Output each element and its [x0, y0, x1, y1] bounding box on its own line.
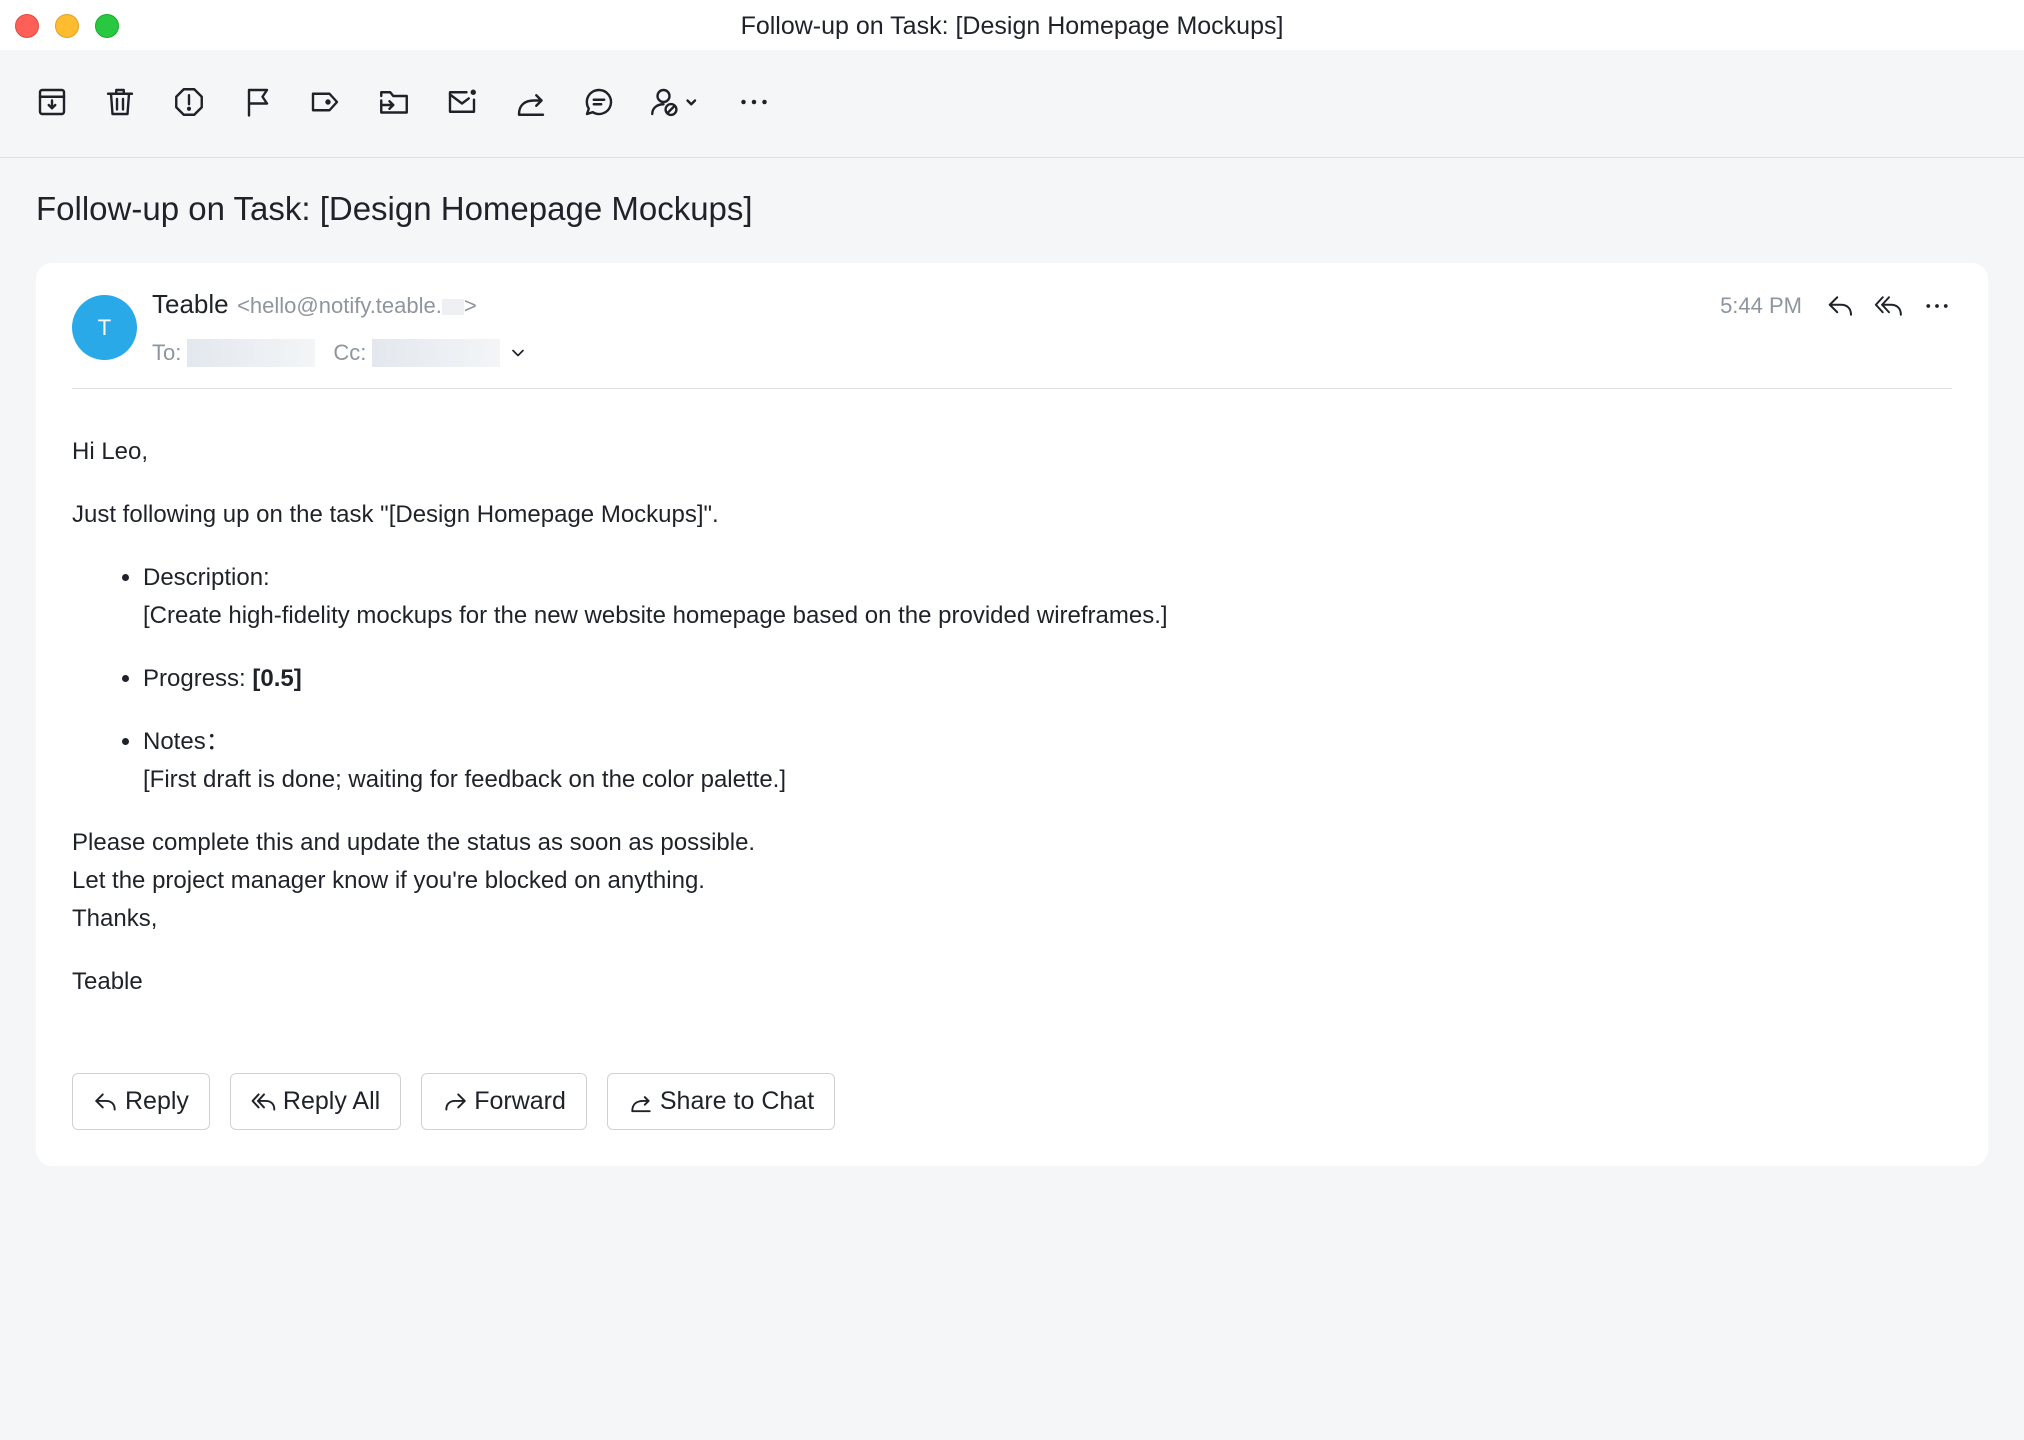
notes-label: Notes： — [143, 728, 230, 755]
forward-button[interactable]: Forward — [421, 1073, 587, 1130]
sender-email-suffix: > — [463, 293, 477, 318]
closing-line-1: Please complete this and update the stat… — [72, 829, 756, 856]
sender-line: Teable <hello@notify.teable. > — [152, 289, 477, 320]
reply-all-button[interactable]: Reply All — [229, 1073, 402, 1130]
email-card: T Teable <hello@notify.teable. > To: Cc: … — [36, 263, 1988, 1166]
reply-button-label: Reply — [125, 1087, 189, 1115]
mail-window: Follow-up on Task: [Design Homepage Mock… — [0, 0, 2024, 1440]
forward-icon[interactable] — [509, 80, 553, 124]
sender-email-prefix: <hello@notify.teable. — [237, 293, 442, 318]
list-item: Notes： [First draft is done; waiting for… — [143, 723, 1872, 799]
redacted-to-recipient — [187, 339, 316, 367]
list-item: Progress: [0.5] — [143, 660, 1872, 698]
window-title: Follow-up on Task: [Design Homepage Mock… — [740, 12, 1284, 40]
redacted-domain — [441, 299, 464, 316]
progress-value: [0.5] — [252, 665, 302, 692]
trash-icon[interactable] — [98, 80, 142, 124]
archive-icon[interactable] — [30, 80, 74, 124]
reply-all-icon — [251, 1092, 276, 1111]
reply-icon — [95, 1092, 116, 1111]
sender-email[interactable]: <hello@notify.teable. > — [237, 293, 477, 318]
forward-icon — [445, 1092, 466, 1111]
sender-name[interactable]: Teable — [152, 289, 229, 319]
share-to-chat-button-label: Share to Chat — [659, 1087, 815, 1115]
intro-paragraph: Just following up on the task "[Design H… — [72, 501, 719, 528]
reply-icon[interactable] — [1824, 289, 1858, 323]
reply-all-icon[interactable] — [1872, 289, 1906, 323]
chevron-down-icon[interactable] — [508, 343, 528, 363]
title-bar: Follow-up on Task: [Design Homepage Mock… — [0, 0, 2024, 50]
mark-unread-icon[interactable] — [440, 80, 484, 124]
description-label: Description: — [143, 564, 270, 591]
closing-line-2: Let the project manager know if you're b… — [72, 867, 705, 894]
spam-icon[interactable] — [167, 80, 211, 124]
share-to-chat-button[interactable]: Share to Chat — [606, 1073, 836, 1130]
avatar: T — [72, 295, 137, 360]
share-icon — [631, 1095, 651, 1112]
closing-block: Please complete this and update the stat… — [72, 824, 1872, 938]
task-details-list: Description: [Create high-fidelity mocku… — [72, 559, 1872, 799]
signature: Teable — [72, 968, 143, 995]
greeting: Hi Leo, — [72, 438, 149, 465]
label-icon[interactable] — [303, 80, 347, 124]
reply-all-button-label: Reply All — [282, 1087, 381, 1115]
message-time: 5:44 PM — [1720, 293, 1802, 318]
closing-line-3: Thanks, — [72, 905, 158, 932]
recipients-row: To: Cc: — [152, 335, 528, 371]
more-options-icon[interactable] — [1920, 289, 1954, 323]
description-value: [Create high-fidelity mockups for the ne… — [143, 602, 1168, 629]
move-to-folder-icon[interactable] — [372, 80, 416, 124]
redacted-cc-recipient — [372, 339, 501, 367]
forward-button-label: Forward — [474, 1087, 566, 1115]
email-body: Hi Leo, Just following up on the task "[… — [72, 433, 1872, 1026]
header-divider — [72, 388, 1952, 389]
reply-button[interactable]: Reply — [72, 1073, 210, 1130]
email-subject: Follow-up on Task: [Design Homepage Mock… — [36, 190, 753, 227]
message-meta: 5:44 PM — [1720, 289, 1954, 323]
action-buttons: Reply Reply All Forward Share to Chat — [72, 1073, 836, 1130]
to-label: To: — [152, 340, 182, 365]
notes-value: [First draft is done; waiting for feedba… — [143, 766, 787, 793]
avatar-initial: T — [97, 314, 112, 340]
cc-label: Cc: — [333, 340, 367, 365]
list-item: Description: [Create high-fidelity mocku… — [143, 559, 1872, 635]
toolbar — [0, 50, 2024, 158]
more-icon[interactable] — [732, 80, 776, 124]
flag-icon[interactable] — [236, 80, 280, 124]
comment-icon[interactable] — [577, 80, 621, 124]
progress-label: Progress: — [143, 665, 253, 692]
block-sender-icon[interactable] — [644, 80, 704, 124]
